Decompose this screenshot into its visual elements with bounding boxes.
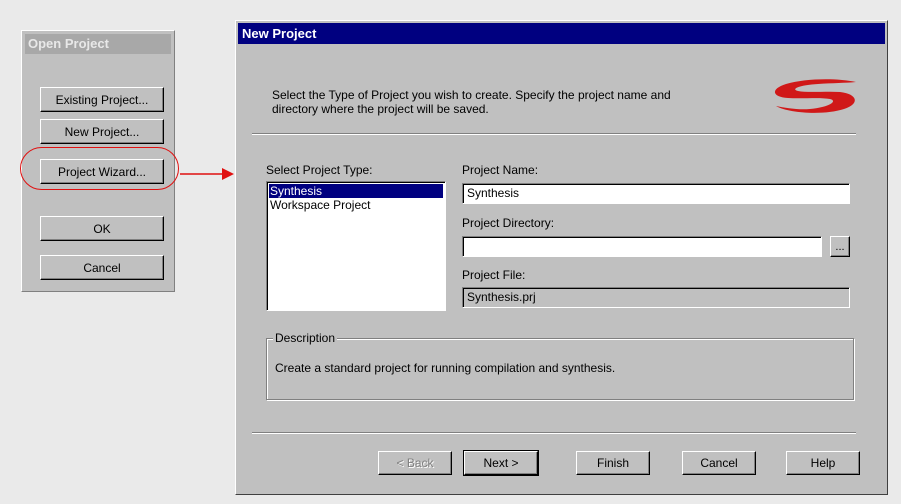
new-project-dialog: New Project Select the Type of Project y…	[235, 20, 888, 495]
list-item-workspace[interactable]: Workspace Project	[269, 198, 443, 212]
instructions-line-1: Select the Type of Project you wish to c…	[272, 88, 671, 102]
red-arrow-icon	[180, 168, 234, 180]
ok-button[interactable]: OK	[40, 216, 164, 241]
description-label: Description	[273, 331, 338, 345]
project-file-label: Project File:	[462, 268, 526, 282]
open-project-dialog: Open Project Existing Project... New Pro…	[21, 30, 175, 292]
project-type-list[interactable]: Synthesis Workspace Project	[266, 181, 446, 311]
select-type-label: Select Project Type:	[266, 163, 373, 177]
next-button[interactable]: Next >	[463, 450, 539, 476]
cancel-button[interactable]: Cancel	[40, 255, 164, 280]
new-project-title: New Project	[238, 23, 885, 44]
project-dir-field[interactable]	[462, 236, 822, 257]
finish-button[interactable]: Finish	[576, 451, 650, 475]
project-dir-label: Project Directory:	[462, 216, 555, 230]
cancel-wizard-button[interactable]: Cancel	[682, 451, 756, 475]
description-group: Description Create a standard project fo…	[266, 331, 854, 400]
open-project-title: Open Project	[25, 34, 171, 54]
project-file-field: Synthesis.prj	[462, 287, 850, 308]
instructions-line-2: directory where the project will be save…	[272, 102, 489, 116]
project-wizard-button[interactable]: Project Wizard...	[40, 159, 164, 184]
back-button[interactable]: < Back	[378, 451, 452, 475]
browse-button[interactable]: ...	[830, 236, 850, 257]
project-name-field[interactable]: Synthesis	[462, 183, 850, 204]
new-project-button[interactable]: New Project...	[40, 119, 164, 144]
synplicity-logo-icon	[774, 79, 856, 113]
header-separator	[252, 133, 856, 135]
existing-project-button[interactable]: Existing Project...	[40, 87, 164, 112]
project-name-label: Project Name:	[462, 163, 539, 177]
help-button[interactable]: Help	[786, 451, 860, 475]
list-item-synthesis[interactable]: Synthesis	[269, 184, 443, 198]
footer-separator	[252, 432, 856, 434]
description-text: Create a standard project for running co…	[275, 361, 616, 375]
